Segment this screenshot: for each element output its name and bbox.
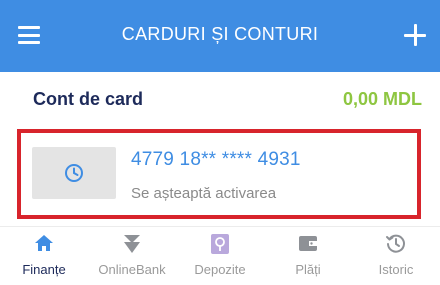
card-thumbnail bbox=[32, 147, 116, 199]
nav-finante[interactable]: Finanțe bbox=[0, 227, 88, 285]
nav-label: Istoric bbox=[378, 262, 414, 277]
clock-icon bbox=[65, 164, 83, 182]
history-icon bbox=[386, 234, 405, 253]
account-balance: 0,00 MDL bbox=[342, 89, 422, 109]
page-title: CARDURI ȘI CONTURI bbox=[121, 24, 319, 44]
app-header: CARDURI ȘI CONTURI bbox=[0, 0, 440, 72]
deposit-icon bbox=[211, 234, 229, 254]
menu-icon[interactable] bbox=[18, 26, 40, 44]
card-item[interactable]: 4779 18** **** 4931 Se așteaptă activare… bbox=[17, 129, 421, 219]
transfer-icon bbox=[124, 235, 140, 253]
nav-label: OnlineBank bbox=[98, 262, 166, 277]
nav-label: Plăți bbox=[295, 262, 321, 277]
bottom-navigation: Finanțe OnlineBank Depozite Plăți Istori… bbox=[0, 226, 440, 285]
card-status: Se așteaptă activarea bbox=[131, 185, 277, 202]
nav-onlinebank[interactable]: OnlineBank bbox=[88, 227, 176, 285]
nav-depozite[interactable]: Depozite bbox=[176, 227, 264, 285]
wallet-icon bbox=[299, 236, 317, 251]
nav-label: Depozite bbox=[194, 262, 246, 277]
nav-plati[interactable]: Plăți bbox=[264, 227, 352, 285]
card-number: 4779 18** **** 4931 bbox=[131, 149, 301, 170]
nav-label: Finanțe bbox=[22, 262, 66, 277]
account-type-label: Cont de card bbox=[33, 89, 144, 109]
nav-istoric[interactable]: Istoric bbox=[352, 227, 440, 285]
home-icon bbox=[35, 235, 53, 251]
account-section-header: Cont de card 0,00 MDL bbox=[0, 78, 440, 120]
plus-icon[interactable] bbox=[402, 22, 428, 48]
